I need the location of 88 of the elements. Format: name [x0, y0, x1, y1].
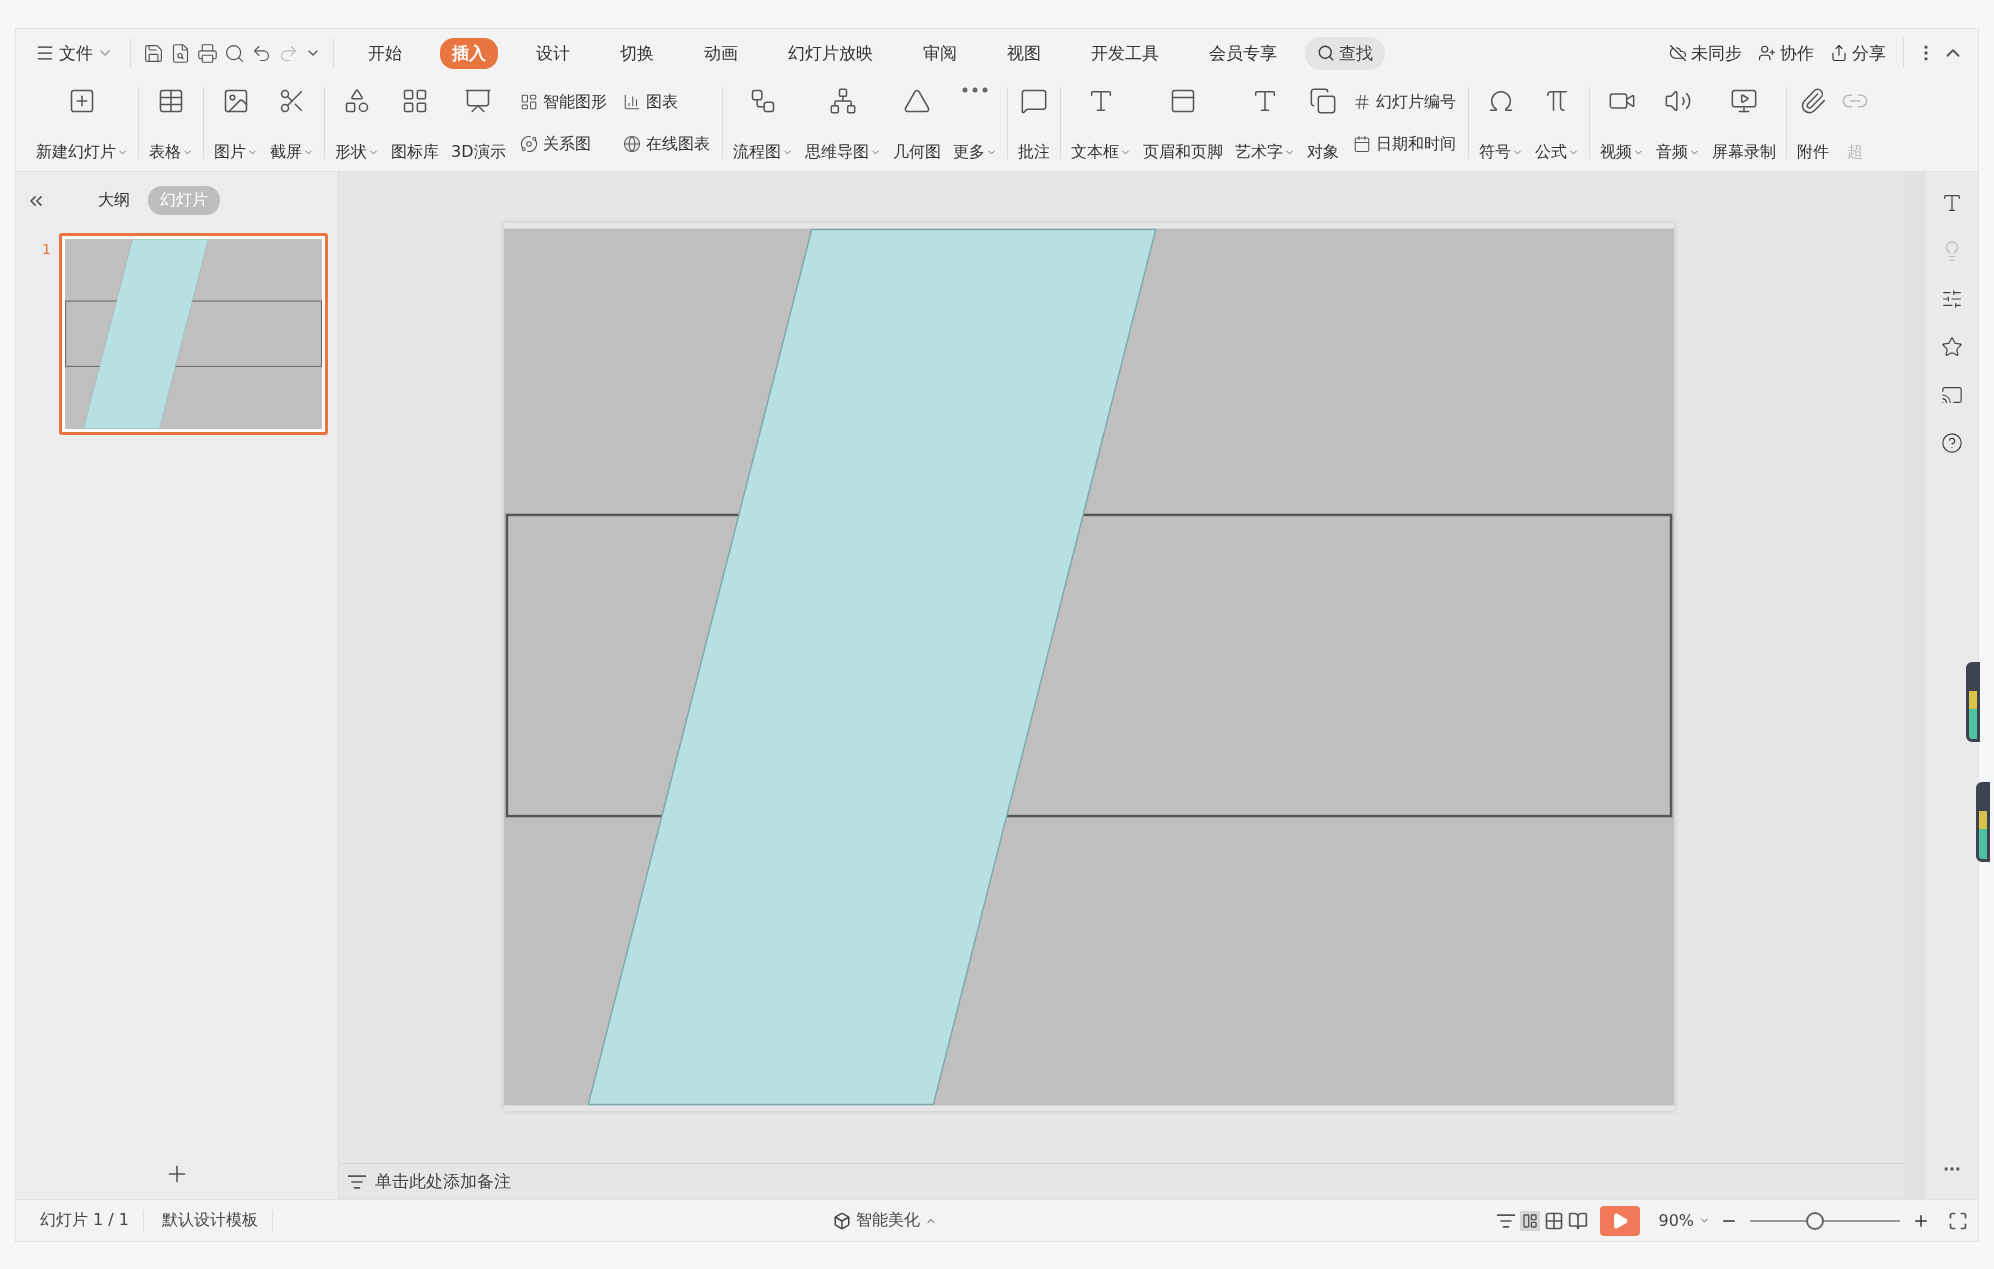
ribbon-tab[interactable]: 审阅: [911, 37, 969, 69]
account-action[interactable]: 协作: [1753, 37, 1819, 69]
cloud-icon: [1669, 44, 1687, 62]
more-icon: [961, 87, 988, 93]
zoom-dropdown[interactable]: 90%: [1652, 1207, 1716, 1234]
diagram-icon: [519, 93, 538, 111]
notes-field[interactable]: 单击此处添加备注: [347, 1170, 511, 1193]
template-name: 默认设计模板: [148, 1210, 273, 1231]
ribbon-button[interactable]: 公式: [1528, 81, 1585, 165]
ribbon-button[interactable]: 表格: [143, 81, 199, 165]
ribbon-button[interactable]: 更多: [946, 81, 1003, 165]
bar-chart-icon: [622, 93, 641, 111]
ribbon-tab[interactable]: 切换: [608, 37, 666, 69]
user-add-icon: [1758, 44, 1776, 62]
save-icon[interactable]: [143, 42, 164, 64]
print-icon[interactable]: [197, 42, 218, 64]
ribbon-button[interactable]: 文本框: [1064, 81, 1137, 165]
reading-view-icon[interactable]: [1568, 1210, 1589, 1231]
triangle-icon: [902, 87, 931, 115]
document-search-icon[interactable]: [170, 42, 191, 64]
scrollbar[interactable]: [1904, 172, 1924, 1199]
ribbon-button[interactable]: 几何图: [886, 81, 947, 165]
help-icon[interactable]: [1940, 432, 1963, 454]
calendar-icon: [1352, 135, 1371, 153]
ribbon-button[interactable]: 屏幕录制: [1705, 81, 1782, 165]
cycle-icon: [519, 135, 538, 153]
globe-icon: [622, 135, 641, 153]
ribbon-tab[interactable]: 会员专享: [1197, 37, 1289, 69]
new-slide-icon: [68, 87, 96, 115]
ribbon-button[interactable]: 幻灯片编号: [1350, 88, 1458, 116]
grid-view-icon[interactable]: [1544, 1210, 1565, 1231]
ribbon-button[interactable]: 符号: [1472, 81, 1529, 165]
ribbon-tab[interactable]: 开始: [356, 37, 414, 69]
normal-view-icon[interactable]: [1520, 1210, 1541, 1231]
slider-thumb[interactable]: [1805, 1211, 1824, 1230]
search-icon: [1317, 44, 1335, 62]
ribbon-tab[interactable]: 开发工具: [1079, 37, 1171, 69]
ribbon-button[interactable]: 对象: [1300, 81, 1345, 165]
ribbon-button[interactable]: 流程图: [726, 81, 799, 165]
account-action[interactable]: 未同步: [1664, 37, 1747, 69]
cube-icon: [832, 1211, 851, 1230]
search-button[interactable]: 查找: [1305, 36, 1385, 70]
stacked-squares-icon: [1308, 87, 1337, 115]
presentation-icon: [464, 87, 493, 115]
ribbon-button[interactable]: 思维导图: [798, 81, 887, 165]
ribbon-button[interactable]: 新建幻灯片: [30, 81, 134, 165]
sliders-icon[interactable]: [1940, 288, 1963, 310]
ribbon-button[interactable]: 图标库: [385, 81, 445, 165]
mindmap-icon: [828, 87, 857, 115]
ribbon-tab[interactable]: 动画: [692, 37, 750, 69]
shape-grid-icon: [401, 87, 429, 115]
ribbon-button[interactable]: 图表: [620, 88, 712, 116]
ribbon-button[interactable]: 关系图: [517, 130, 609, 158]
ribbon-button[interactable]: 批注: [1011, 81, 1056, 165]
image-icon: [222, 87, 250, 115]
share-icon: [1830, 44, 1848, 62]
screen-icon[interactable]: [1940, 384, 1963, 406]
shapes-icon: [343, 87, 371, 115]
monitor-icon: [1729, 87, 1758, 115]
ribbon-button[interactable]: 形状: [329, 81, 385, 165]
play-button[interactable]: [1600, 1205, 1641, 1236]
beautify-button[interactable]: 智能美化: [826, 1206, 943, 1235]
ribbon-button[interactable]: 智能图形: [517, 88, 609, 116]
ribbon-button[interactable]: 日期和时间: [1350, 130, 1458, 158]
slide-thumbnail[interactable]: [58, 233, 328, 435]
hash-icon: [1352, 93, 1371, 111]
ribbon-tab[interactable]: 幻灯片放映: [776, 37, 885, 69]
ribbon-tab[interactable]: 设计: [524, 37, 582, 69]
ribbon-button[interactable]: 音频: [1649, 81, 1706, 165]
panel-tab[interactable]: 大纲: [86, 186, 142, 215]
table-icon: [157, 87, 185, 115]
ribbon-button[interactable]: 图片: [208, 81, 264, 165]
ribbon-button[interactable]: 视频: [1593, 81, 1650, 165]
account-action[interactable]: 分享: [1825, 37, 1891, 69]
file-menu[interactable]: 文件: [30, 37, 118, 69]
comment-icon: [1019, 87, 1048, 115]
star-icon[interactable]: [1940, 336, 1963, 358]
slide-number: 1: [42, 240, 51, 259]
play-icon: [1611, 1211, 1630, 1230]
ribbon-button[interactable]: 截屏: [264, 81, 320, 165]
ribbon-button[interactable]: 附件: [1790, 81, 1835, 165]
ribbon-button[interactable]: 页眉和页脚: [1136, 81, 1229, 165]
ribbon-button[interactable]: 艺术字: [1228, 81, 1301, 165]
slide-counter: 幻灯片 1 / 1: [26, 1210, 144, 1231]
ribbon-button[interactable]: 3D演示: [445, 81, 512, 165]
fit-window-icon[interactable]: [1948, 1210, 1968, 1231]
ribbon-button[interactable]: 在线图表: [620, 130, 712, 158]
ribbon-tab[interactable]: 视图: [995, 37, 1053, 69]
